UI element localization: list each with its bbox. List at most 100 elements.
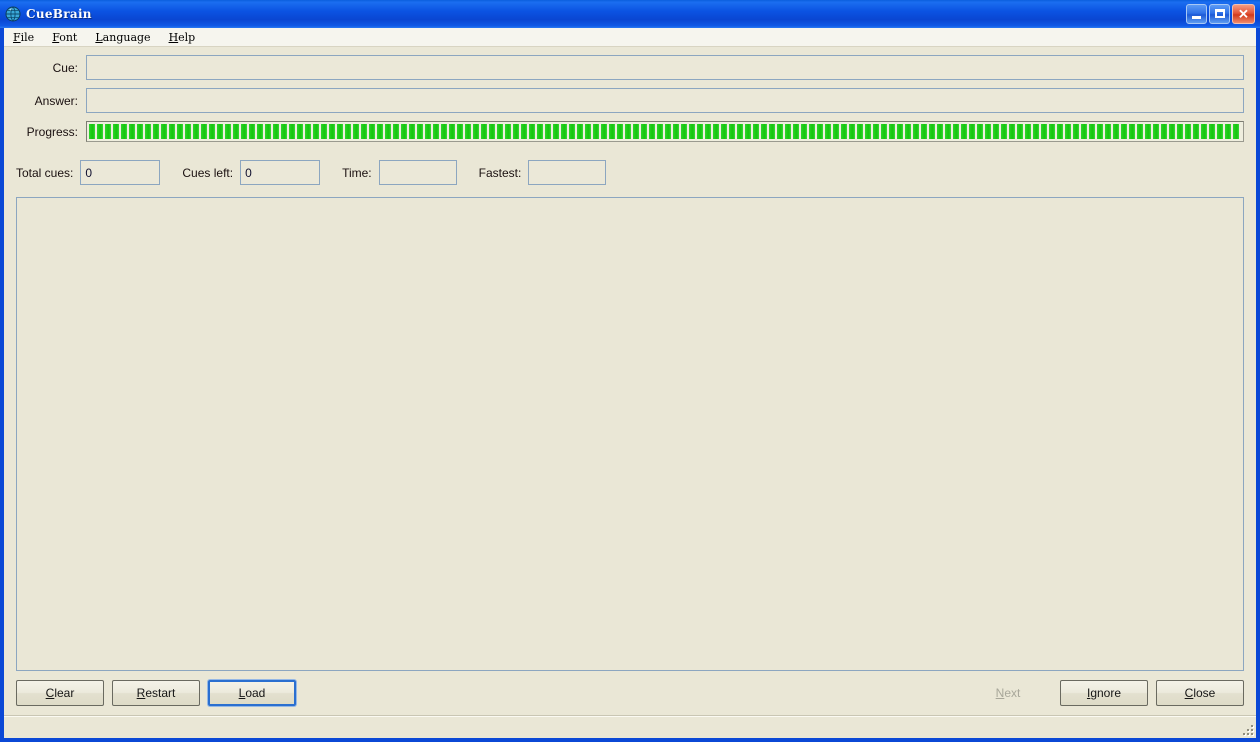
window-controls: ✕ (1186, 4, 1258, 24)
restart-button[interactable]: Restart (112, 680, 200, 706)
restart-mnemonic: R (136, 686, 146, 700)
progress-chunk (273, 124, 279, 139)
progress-chunk (449, 124, 455, 139)
progress-chunk (673, 124, 679, 139)
progress-chunk (937, 124, 943, 139)
clear-label: lear (54, 686, 75, 700)
load-mnemonic: L (238, 686, 246, 700)
progress-chunk (513, 124, 519, 139)
progress-chunk (377, 124, 383, 139)
client-area: File Font Language Help Cue: Answer: Pro… (4, 28, 1256, 738)
progress-chunk (465, 124, 471, 139)
progress-chunk (697, 124, 703, 139)
progress-chunk (761, 124, 767, 139)
progress-chunk (881, 124, 887, 139)
progress-chunk (529, 124, 535, 139)
load-button[interactable]: Load (208, 680, 296, 706)
progress-chunk (1033, 124, 1039, 139)
menu-label-file: ile (20, 30, 35, 44)
next-button: Next (964, 680, 1052, 706)
progress-chunk (129, 124, 135, 139)
progress-chunk (425, 124, 431, 139)
progress-chunk (1017, 124, 1023, 139)
clear-button[interactable]: Clear (16, 680, 104, 706)
progress-chunk (617, 124, 623, 139)
load-label: oad (245, 686, 266, 700)
progress-chunk (857, 124, 863, 139)
progress-chunk (89, 124, 95, 139)
total-cues-field[interactable] (80, 160, 161, 185)
menu-item-font[interactable]: Font (50, 30, 79, 45)
progress-chunk (1177, 124, 1183, 139)
time-field[interactable] (378, 160, 457, 185)
output-text-area[interactable] (16, 197, 1244, 671)
ignore-button[interactable]: Ignore (1060, 680, 1148, 706)
progress-chunk (121, 124, 127, 139)
progress-chunk (1185, 124, 1191, 139)
progress-chunk (689, 124, 695, 139)
minimize-button[interactable] (1186, 4, 1207, 24)
progress-chunk (209, 124, 215, 139)
progress-chunk (305, 124, 311, 139)
menu-item-language[interactable]: Language (93, 30, 152, 45)
menu-label-font: ont (59, 30, 78, 44)
progress-chunk (585, 124, 591, 139)
menu-item-help[interactable]: Help (167, 30, 198, 45)
grip-dot (1251, 733, 1253, 735)
progress-chunk (809, 124, 815, 139)
progress-chunk (1073, 124, 1079, 139)
progress-chunk (417, 124, 423, 139)
progress-chunk (225, 124, 231, 139)
form-area: Cue: Answer: Progress: (4, 47, 1256, 150)
close-window-button[interactable]: ✕ (1232, 4, 1255, 24)
progress-chunk (329, 124, 335, 139)
maximize-button[interactable] (1209, 4, 1230, 24)
progress-chunk (993, 124, 999, 139)
progress-chunk (105, 124, 111, 139)
grip-dot (1251, 725, 1253, 727)
progress-chunk (1105, 124, 1111, 139)
progress-chunk (457, 124, 463, 139)
progress-chunk (801, 124, 807, 139)
progress-chunk (217, 124, 223, 139)
progress-chunk (849, 124, 855, 139)
title-bar[interactable]: CueBrain ✕ (0, 0, 1260, 28)
progress-chunk (545, 124, 551, 139)
menu-label-help: elp (178, 30, 196, 44)
progress-chunk (729, 124, 735, 139)
ignore-label: gnore (1090, 686, 1122, 700)
answer-input[interactable] (86, 88, 1244, 113)
cues-left-field[interactable] (240, 160, 321, 185)
fastest-field[interactable] (528, 160, 607, 185)
progress-chunk (313, 124, 319, 139)
progress-chunk (705, 124, 711, 139)
progress-chunk (481, 124, 487, 139)
progress-chunk (665, 124, 671, 139)
button-bar: Clear Restart Load Next Ignore Close (4, 671, 1256, 715)
grip-dot (1251, 729, 1253, 731)
progress-chunk (713, 124, 719, 139)
progress-chunk (985, 124, 991, 139)
cue-input[interactable] (86, 55, 1244, 80)
progress-chunk (1193, 124, 1199, 139)
progress-chunk (577, 124, 583, 139)
progress-chunk (1009, 124, 1015, 139)
progress-chunk (473, 124, 479, 139)
progress-chunk (889, 124, 895, 139)
progress-chunk (609, 124, 615, 139)
time-label: Time: (342, 165, 372, 180)
menu-item-file[interactable]: File (11, 30, 36, 45)
progress-chunk (921, 124, 927, 139)
progress-chunk (1041, 124, 1047, 139)
next-mnemonic: N (995, 686, 1005, 700)
answer-label: Answer: (34, 93, 78, 108)
progress-chunk (721, 124, 727, 139)
progress-chunk (745, 124, 751, 139)
progress-chunk (337, 124, 343, 139)
progress-chunk (257, 124, 263, 139)
resize-grip-icon[interactable] (1241, 723, 1254, 736)
progress-chunk (953, 124, 959, 139)
close-button[interactable]: Close (1156, 680, 1244, 706)
progress-chunk (977, 124, 983, 139)
answer-row: Answer: (16, 88, 1244, 113)
